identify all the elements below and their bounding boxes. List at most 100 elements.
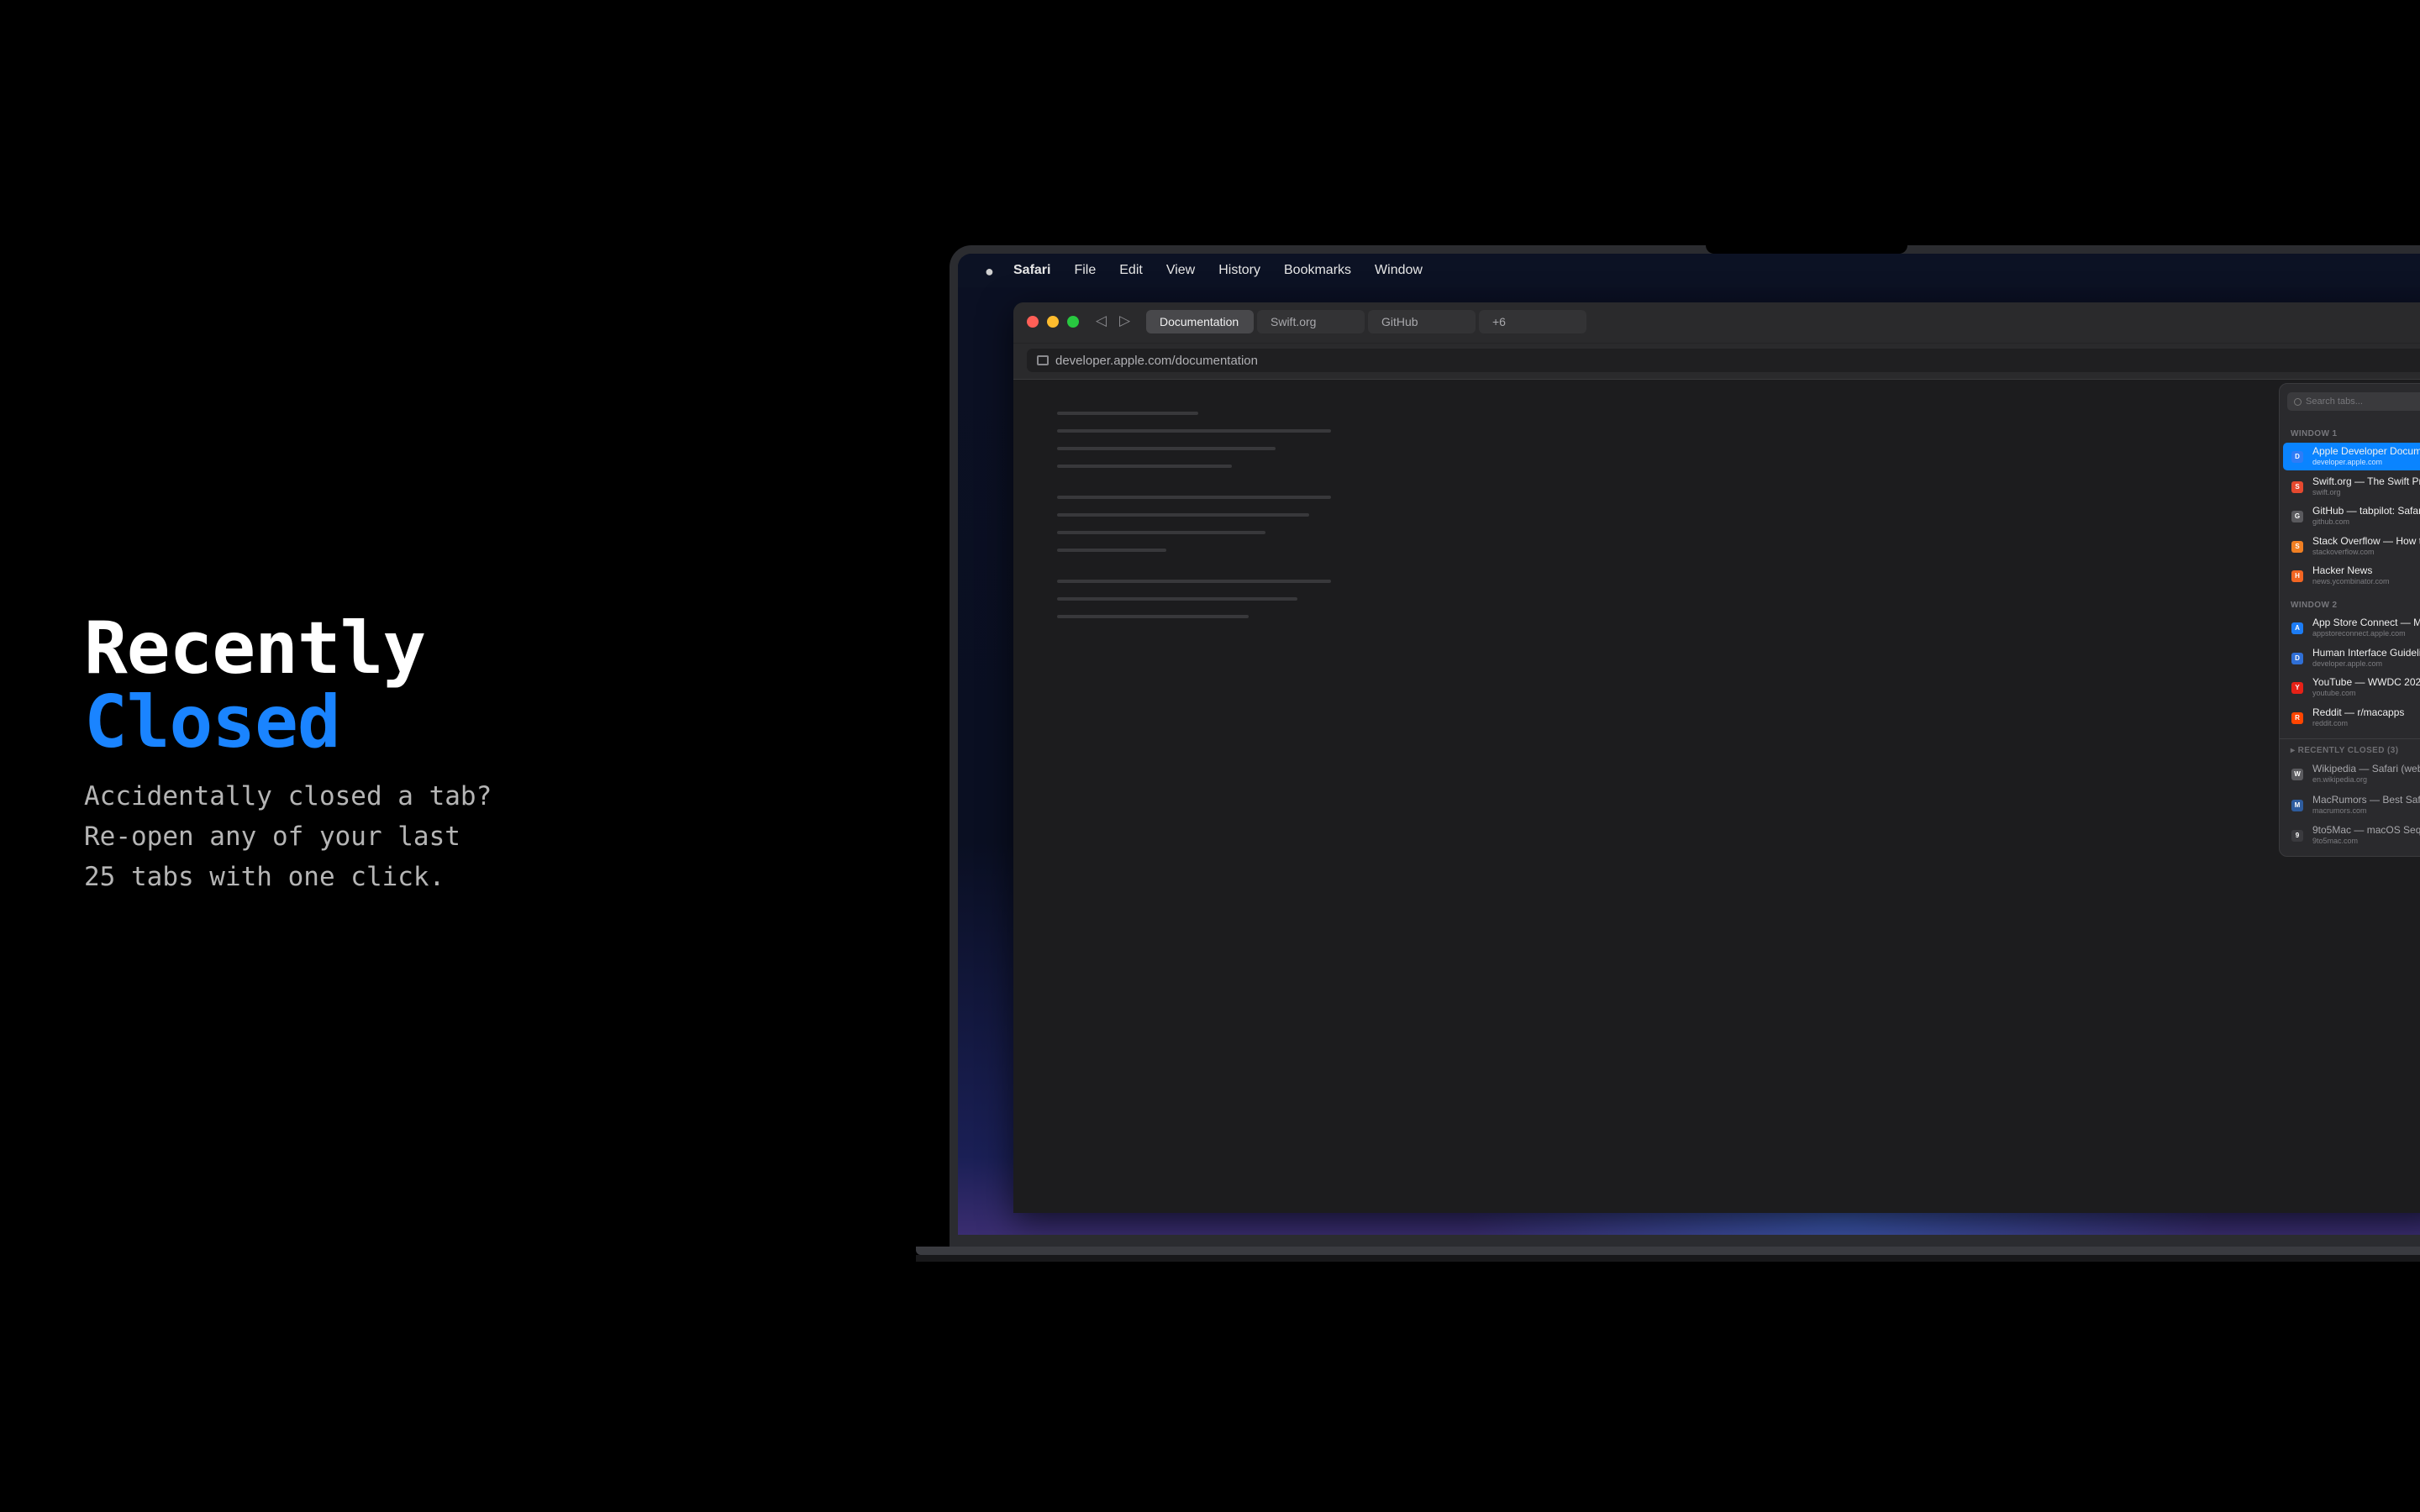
favicon-icon: A	[2291, 622, 2303, 634]
menu-window[interactable]: Window	[1375, 263, 1423, 278]
favicon-icon: W	[2291, 769, 2303, 780]
tab-domain: youtube.com	[2312, 689, 2356, 697]
skeleton-line	[1057, 531, 1265, 534]
menu-bookmarks[interactable]: Bookmarks	[1284, 263, 1351, 278]
tab-domain: news.ycombinator.com	[2312, 577, 2390, 585]
back-icon[interactable]: ◁	[1096, 312, 1107, 329]
favicon-icon: D	[2291, 652, 2303, 664]
favicon-icon: S	[2291, 540, 2303, 553]
tab-title: 9to5Mac — macOS Sequoia Review	[2312, 824, 2420, 836]
section-divider	[2280, 738, 2420, 739]
skeleton-line	[1057, 496, 1331, 499]
tab-manager-panel: WINDOW 1 DApple Developer Documentationd…	[2279, 383, 2420, 857]
hero-title-line1: Recently	[84, 606, 426, 690]
safari-window: ◁ ▷ Documentation Swift.org GitHub +6 de…	[1013, 302, 2420, 1213]
tab-title: Human Interface Guidelines — macOS	[2312, 646, 2420, 659]
tab-domain: 9to5mac.com	[2312, 837, 2359, 845]
tab-row[interactable]: G GitHub — tabpilot: Safari tab managergi…	[2283, 502, 2420, 530]
recently-closed-tab-row[interactable]: 9 9to5Mac — macOS Sequoia Review9to5mac.c…	[2283, 822, 2420, 849]
tab-domain: reddit.com	[2312, 718, 2349, 727]
tab-documentation[interactable]: Documentation	[1146, 310, 1254, 333]
macos-menubar: ● Safari File Edit View History Bookmark…	[958, 254, 2420, 287]
favicon-icon: S	[2291, 480, 2303, 493]
hero-section: Recently Closed Accidentally closed a ta…	[84, 612, 492, 897]
window1-section-label: WINDOW 1	[2291, 429, 2338, 438]
menu-view[interactable]: View	[1166, 263, 1195, 278]
tab-title: Reddit — r/macapps	[2312, 706, 2405, 718]
tab-title: Swift.org — The Swift Programming La	[2312, 475, 2420, 487]
favicon-icon: Y	[2291, 682, 2303, 694]
skeleton-line	[1057, 447, 1276, 450]
skeleton-line	[1057, 429, 1331, 433]
favicon-icon: G	[2291, 511, 2303, 522]
skeleton-line	[1057, 513, 1309, 517]
search-icon	[2294, 397, 2302, 406]
tab-domain: developer.apple.com	[2312, 458, 2383, 466]
tab-row[interactable]: D Apple Developer Documentationdeveloper.…	[2283, 443, 2420, 470]
tab-search-input[interactable]	[2306, 396, 2420, 407]
tab-title: Wikipedia — Safari (web browser)	[2312, 763, 2420, 774]
close-window-button[interactable]	[1027, 316, 1039, 328]
address-url[interactable]: developer.apple.com/documentation	[1055, 354, 1258, 368]
tab-row[interactable]: S Stack Overflow — How to sort tabs in ..…	[2283, 533, 2420, 560]
tab-row[interactable]: R Reddit — r/macapps reddit.com	[2283, 704, 2420, 732]
menu-edit[interactable]: Edit	[1119, 263, 1143, 278]
window2-section-label: WINDOW 2	[2291, 601, 2338, 610]
tab-domain: macrumors.com	[2312, 806, 2367, 815]
recently-closed-toggle[interactable]: ▸ RECENTLY CLOSED (3)	[2291, 746, 2398, 755]
laptop-base	[916, 1247, 2420, 1255]
favicon-icon: D	[2291, 451, 2303, 463]
tab-title: MacRumors — Best Safari Extensions 2	[2312, 793, 2420, 806]
menu-file[interactable]: File	[1074, 263, 1096, 278]
favicon-icon: H	[2291, 570, 2303, 582]
menu-history[interactable]: History	[1218, 263, 1260, 278]
skeleton-line	[1057, 615, 1249, 618]
address-bar[interactable]: developer.apple.com/documentation	[1027, 349, 2420, 372]
tab-domain: developer.apple.com	[2312, 659, 2383, 668]
forward-icon[interactable]: ▷	[1119, 312, 1130, 329]
tab-title: GitHub — tabpilot: Safari tab manager	[2312, 505, 2420, 517]
tab-row[interactable]: D Human Interface Guidelines — macOSdevel…	[2283, 644, 2420, 672]
apple-logo-icon[interactable]: ●	[985, 263, 997, 280]
tab-row[interactable]: S Swift.org — The Swift Programming Laswi…	[2283, 473, 2420, 501]
tab-title: Stack Overflow — How to sort tabs in ...	[2312, 534, 2420, 547]
laptop-base-shadow	[916, 1255, 2420, 1262]
hero-title: Recently Closed	[84, 612, 492, 759]
tab-title: Hacker News	[2312, 564, 2373, 576]
tab-bar: Documentation Swift.org GitHub +6	[1146, 310, 1586, 333]
skeleton-line	[1057, 412, 1198, 415]
tab-github[interactable]: GitHub	[1368, 310, 1476, 333]
hero-title-line2: Closed	[84, 680, 341, 764]
tab-row[interactable]: Y YouTube — WWDC 2024 Keynoteyoutube.com	[2283, 674, 2420, 701]
tab-domain: appstoreconnect.apple.com	[2312, 629, 2406, 638]
recently-closed-tab-row[interactable]: W Wikipedia — Safari (web browser)en.wiki…	[2283, 760, 2420, 788]
laptop-screen: ● Safari File Edit View History Bookmark…	[958, 254, 2420, 1235]
laptop-lid: ● Safari File Edit View History Bookmark…	[950, 245, 2420, 1247]
camera-notch	[1706, 245, 1907, 254]
laptop-mockup: ● Safari File Edit View History Bookmark…	[916, 245, 2420, 1262]
favicon-icon: 9	[2291, 830, 2303, 842]
recently-closed-tab-row[interactable]: M MacRumors — Best Safari Extensions 2mac…	[2283, 791, 2420, 819]
skeleton-line	[1057, 549, 1166, 552]
skeleton-line	[1057, 597, 1297, 601]
favicon-icon: R	[2291, 711, 2303, 724]
tab-domain: github.com	[2312, 517, 2350, 526]
tab-row[interactable]: A App Store Connect — My Appsappstoreconn…	[2283, 614, 2420, 642]
browser-toolbar: developer.apple.com/documentation	[1013, 343, 2420, 380]
tab-more[interactable]: +6	[1479, 310, 1586, 333]
menu-safari[interactable]: Safari	[1013, 263, 1050, 278]
tab-title: App Store Connect — My Apps	[2312, 617, 2420, 628]
tab-row[interactable]: H Hacker News news.ycombinator.com	[2283, 562, 2420, 590]
tab-swift-org[interactable]: Swift.org	[1257, 310, 1365, 333]
tab-search-field[interactable]	[2287, 392, 2420, 411]
minimize-window-button[interactable]	[1047, 316, 1059, 328]
favicon-icon: M	[2291, 799, 2303, 811]
hero-subtitle: Accidentally closed a tab? Re-open any o…	[84, 781, 492, 892]
tab-domain: swift.org	[2312, 487, 2341, 496]
tab-title: YouTube — WWDC 2024 Keynote	[2312, 676, 2420, 688]
tab-title: Apple Developer Documentation	[2312, 445, 2420, 457]
zoom-window-button[interactable]	[1067, 316, 1079, 328]
tab-domain: stackoverflow.com	[2312, 547, 2375, 556]
lock-icon	[1037, 355, 1049, 365]
skeleton-line	[1057, 465, 1232, 468]
